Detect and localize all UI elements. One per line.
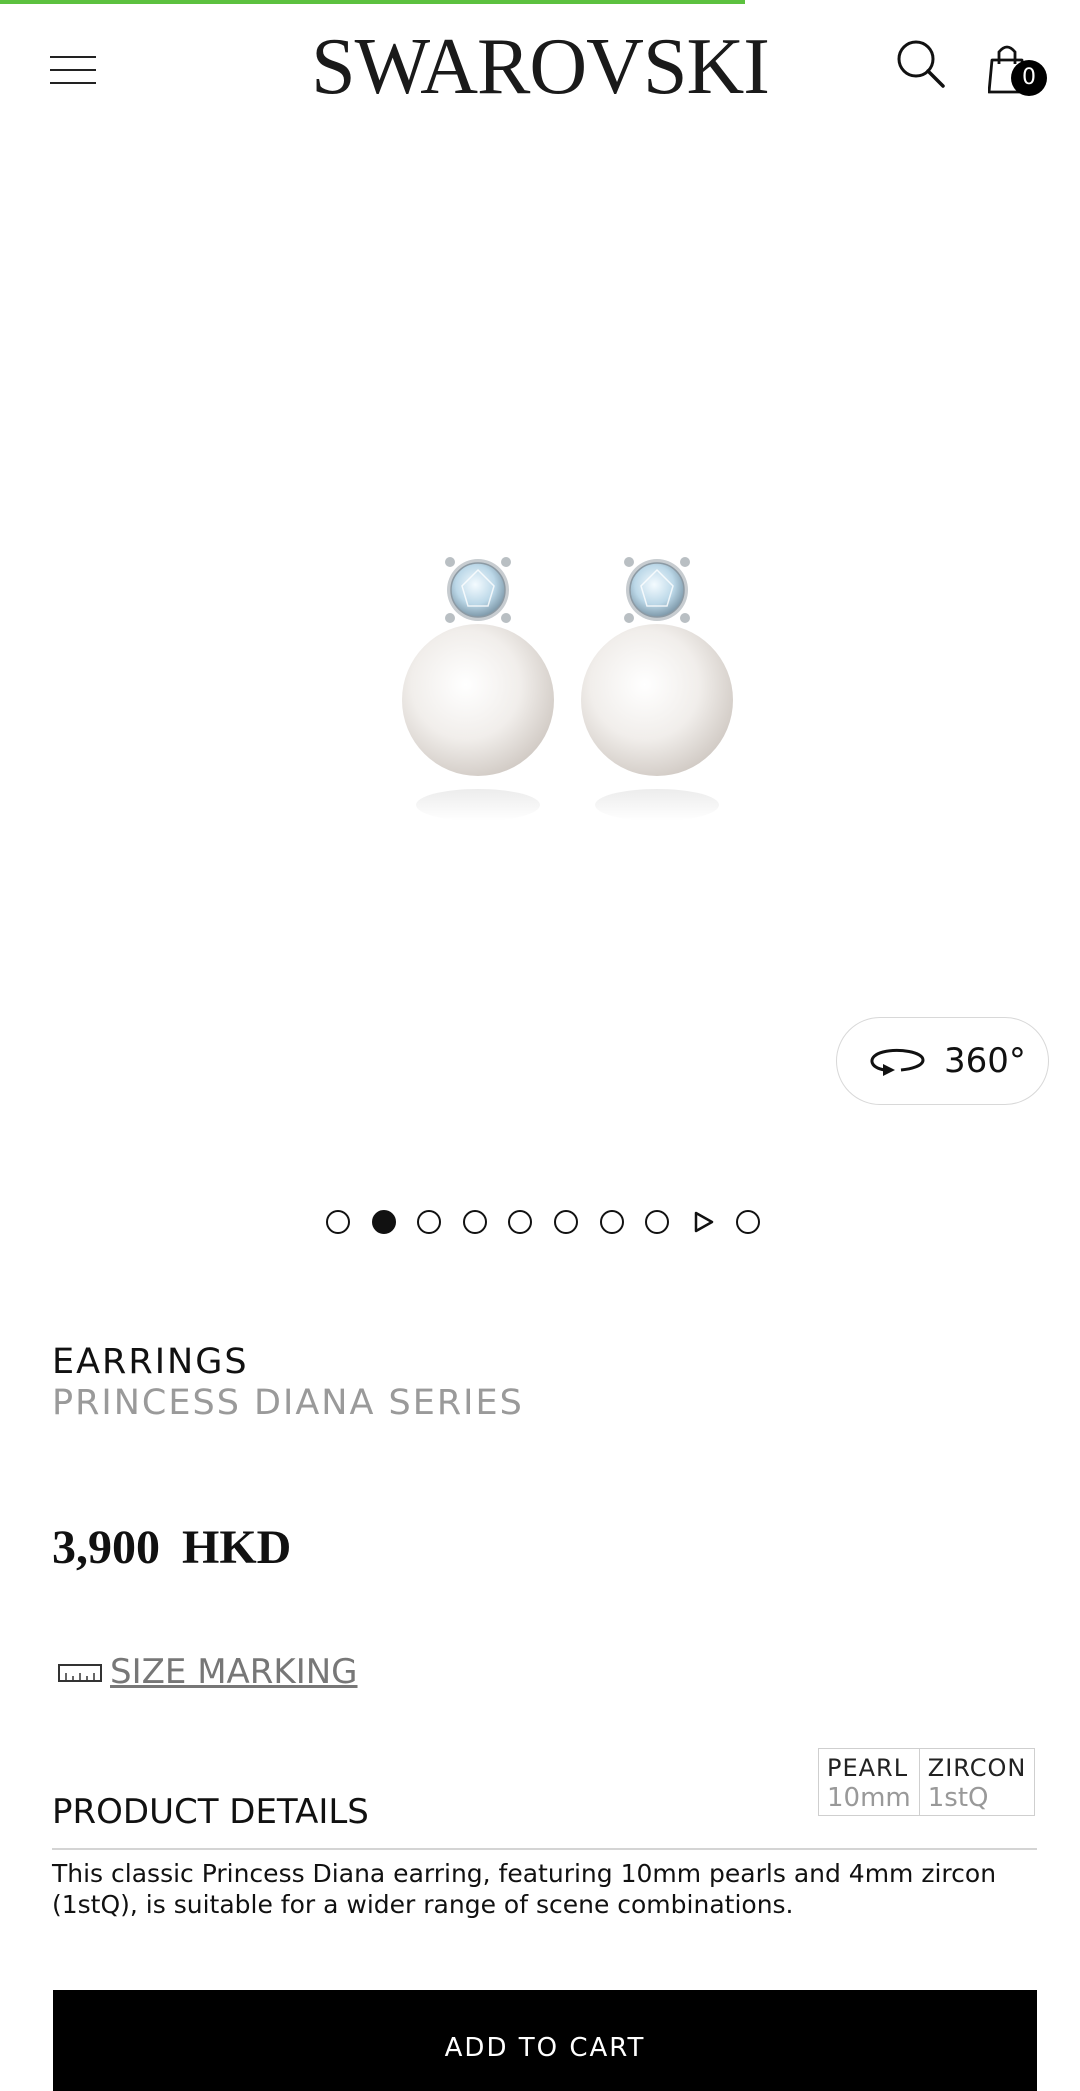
cart-count-badge: 0 (1011, 60, 1047, 96)
product-image[interactable] (300, 520, 760, 840)
spec-value: 10mm (827, 1783, 911, 1813)
pagination-dot[interactable] (462, 1210, 487, 1234)
price-value: 3,900 (52, 1521, 160, 1574)
pagination-dot[interactable] (554, 1210, 578, 1234)
spec-name: PEARL (827, 1754, 909, 1782)
product-price: 3,900 HKD (52, 1520, 291, 1576)
pagination-dot[interactable] (508, 1210, 533, 1234)
size-marking-label[interactable]: SIZE MARKING (110, 1650, 358, 1694)
pagination-dot-active[interactable] (371, 1210, 396, 1234)
pagination-dot[interactable] (417, 1210, 442, 1234)
spec-value: 1stQ (927, 1783, 989, 1813)
pagination-dot[interactable] (736, 1210, 761, 1234)
spec-cell: ZIRCON 1stQ (918, 1748, 1036, 1816)
spec-cell: PEARL 10mm (818, 1748, 920, 1816)
product-spec-table: PEARL 10mm ZIRCON 1stQ (818, 1748, 1036, 1816)
product-series: PRINCESS DIANA SERIES (52, 1383, 524, 1423)
ruler-icon (58, 1664, 102, 1682)
pagination-dot[interactable] (645, 1210, 670, 1234)
spec-name: ZIRCON (927, 1754, 1027, 1782)
rotate-360-icon (870, 1048, 925, 1076)
view-360-button[interactable]: 360° (836, 1017, 1049, 1105)
price-currency: HKD (182, 1521, 292, 1574)
add-to-cart-label: ADD TO CART (444, 2033, 646, 2063)
view-360-label: 360° (944, 1041, 1026, 1081)
site-header: SWAROVSKI 0 (0, 4, 1080, 124)
pagination-dot[interactable] (599, 1210, 624, 1234)
product-category: EARRINGS (52, 1342, 249, 1382)
search-icon[interactable] (895, 38, 947, 90)
video-play-icon[interactable] (691, 1210, 715, 1234)
add-to-cart-button[interactable]: ADD TO CART (53, 1990, 1037, 2091)
product-details-heading: PRODUCT DETAILS (52, 1792, 369, 1832)
pagination-dot[interactable] (326, 1210, 350, 1234)
divider (52, 1848, 1037, 1850)
product-description: This classic Princess Diana earring, fea… (52, 1859, 997, 1919)
